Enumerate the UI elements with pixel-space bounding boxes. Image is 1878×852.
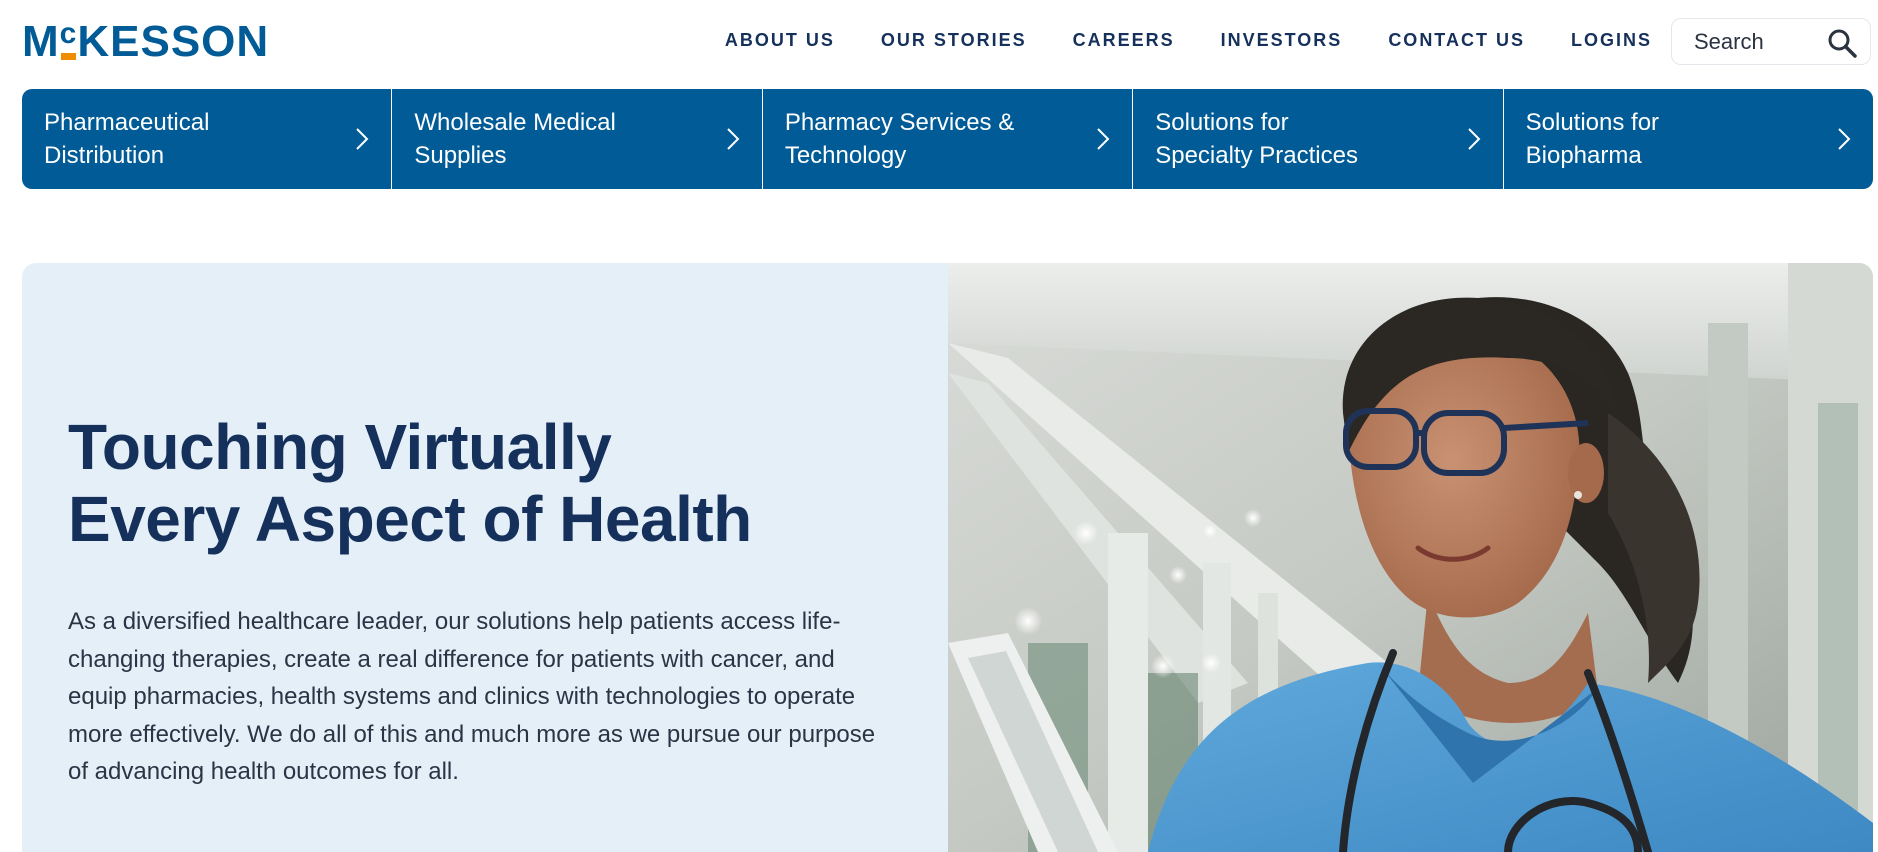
category-label: Pharmaceutical Distribution: [44, 106, 294, 172]
hero-text-panel: Touching Virtually Every Aspect of Healt…: [22, 263, 948, 852]
mckesson-logo[interactable]: McKESSON: [22, 17, 270, 66]
chevron-right-icon: [727, 128, 740, 150]
search-input[interactable]: [1694, 28, 1834, 55]
category-label-line1: Pharmacy Services &: [784, 109, 1015, 136]
chevron-right-icon: [1838, 128, 1851, 150]
category-biopharma[interactable]: Solutions for Biopharma: [1502, 89, 1873, 189]
hero-title-line1: Touching Virtually: [68, 411, 612, 483]
chevron-right-icon: [1097, 128, 1110, 150]
nav-contact-us[interactable]: CONTACT US: [1388, 30, 1525, 51]
hero-photo: [948, 263, 1873, 852]
chevron-right-icon: [1467, 128, 1481, 150]
category-label: Pharmacy Services & Technology: [785, 106, 1035, 172]
nav-investors[interactable]: INVESTORS: [1221, 30, 1343, 51]
logo-wordmark: McKESSON: [22, 17, 270, 66]
site-header: McKESSON ABOUT US OUR STORIES CAREERS IN…: [0, 0, 1878, 84]
category-label-line2: Supplies: [414, 142, 507, 169]
category-label-line1: Solutions for: [1155, 109, 1289, 136]
category-label-line2: Technology: [784, 142, 907, 169]
search-icon[interactable]: [1826, 27, 1858, 59]
category-pharmaceutical-distribution[interactable]: Pharmaceutical Distribution: [22, 89, 391, 189]
chevron-right-icon: [356, 128, 369, 150]
category-label: Wholesale Medical Supplies: [414, 106, 664, 172]
category-bar: Pharmaceutical Distribution Wholesale Me…: [22, 89, 1873, 189]
nav-logins[interactable]: LOGINS: [1571, 30, 1652, 51]
category-label: Solutions for Specialty Practices: [1155, 106, 1405, 172]
nav-our-stories[interactable]: OUR STORIES: [881, 30, 1027, 51]
nav-careers[interactable]: CAREERS: [1073, 30, 1175, 51]
category-label-line2: Biopharma: [1525, 142, 1642, 169]
category-label-line1: Solutions for: [1525, 109, 1660, 136]
search-box: [1671, 18, 1871, 65]
category-wholesale-medical-supplies[interactable]: Wholesale Medical Supplies: [391, 89, 761, 189]
hero-title-line2: Every Aspect of Health: [68, 483, 752, 555]
category-pharmacy-services-technology[interactable]: Pharmacy Services & Technology: [761, 89, 1132, 189]
category-specialty-practices[interactable]: Solutions for Specialty Practices: [1132, 89, 1502, 189]
category-label-line2: Specialty Practices: [1155, 142, 1358, 169]
nav-about-us[interactable]: ABOUT US: [725, 30, 835, 51]
category-label-line1: Pharmaceutical: [44, 109, 210, 136]
hero-description: As a diversified healthcare leader, our …: [68, 608, 876, 785]
top-navigation: ABOUT US OUR STORIES CAREERS INVESTORS C…: [679, 30, 1652, 51]
hero-title: Touching Virtually Every Aspect of Healt…: [68, 411, 888, 555]
category-label-line2: Distribution: [44, 142, 165, 169]
category-label: Solutions for Biopharma: [1526, 106, 1776, 172]
hero-section: Touching Virtually Every Aspect of Healt…: [22, 263, 1873, 852]
hero-image-nurse-with-laptop: [948, 263, 1873, 852]
category-label-line1: Wholesale Medical: [414, 109, 616, 136]
